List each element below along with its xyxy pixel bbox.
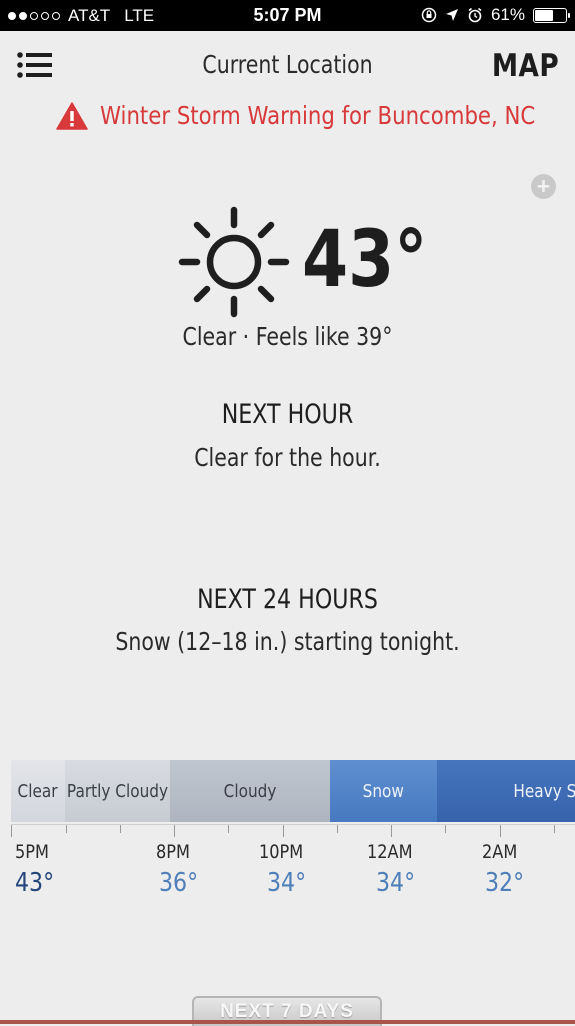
hour-label: 10PM [259,841,304,863]
menu-list-icon[interactable] [17,50,53,82]
hour-label: 12AM [367,841,413,863]
battery-icon [533,7,570,23]
next-hour-text: Clear for the hour. [194,443,381,472]
alert-text: Winter Storm Warning for Buncombe, NC [99,101,535,130]
hour-label: 8PM [156,841,190,863]
hour-temp: 32° [485,868,525,898]
status-right: 61% [421,5,570,25]
add-location-icon[interactable]: + [531,174,556,199]
next-24-text: Snow (12–18 in.) starting tonight. [115,627,460,656]
next-24-heading: NEXT 24 HOURS [197,584,378,615]
warning-icon [55,101,88,130]
weather-alert[interactable]: Winter Storm Warning for Buncombe, NC [0,101,575,130]
timeline-ticks [11,824,575,839]
hour-temp: 36° [159,868,199,898]
sun-icon [178,206,290,318]
current-summary: Clear · Feels like 39° [182,322,393,351]
hour-temp: 34° [267,868,307,898]
timeline-segment-clear: Clear [11,760,65,822]
timeline-segment-snow: Snow [329,760,437,822]
timeline-segment-partly-cloudy: Partly Cloudy [64,760,171,822]
hour-label: 2AM [482,841,518,863]
hour-temp: 34° [376,868,416,898]
hour-label: 5PM [15,841,49,863]
condition-timeline[interactable]: Clear Partly Cloudy Cloudy Snow Heavy Sn… [11,760,575,822]
orientation-lock-icon [421,7,437,23]
alarm-icon [468,7,482,23]
battery-percent: 61% [490,5,525,24]
bottom-edge [0,1020,575,1024]
map-button[interactable]: MAP [492,48,559,84]
location-title[interactable]: Current Location [52,50,524,79]
timeline-segment-heavy-snow: Heavy Snow [436,760,575,822]
next-hour-heading: NEXT HOUR [221,399,354,430]
timeline-segment-cloudy: Cloudy [170,760,330,822]
current-temperature: 43° [302,215,428,305]
status-bar: AT&T LTE 5:07 PM 61% [0,0,575,31]
location-arrow-icon [445,9,458,21]
hour-temp: 43° [15,868,55,898]
